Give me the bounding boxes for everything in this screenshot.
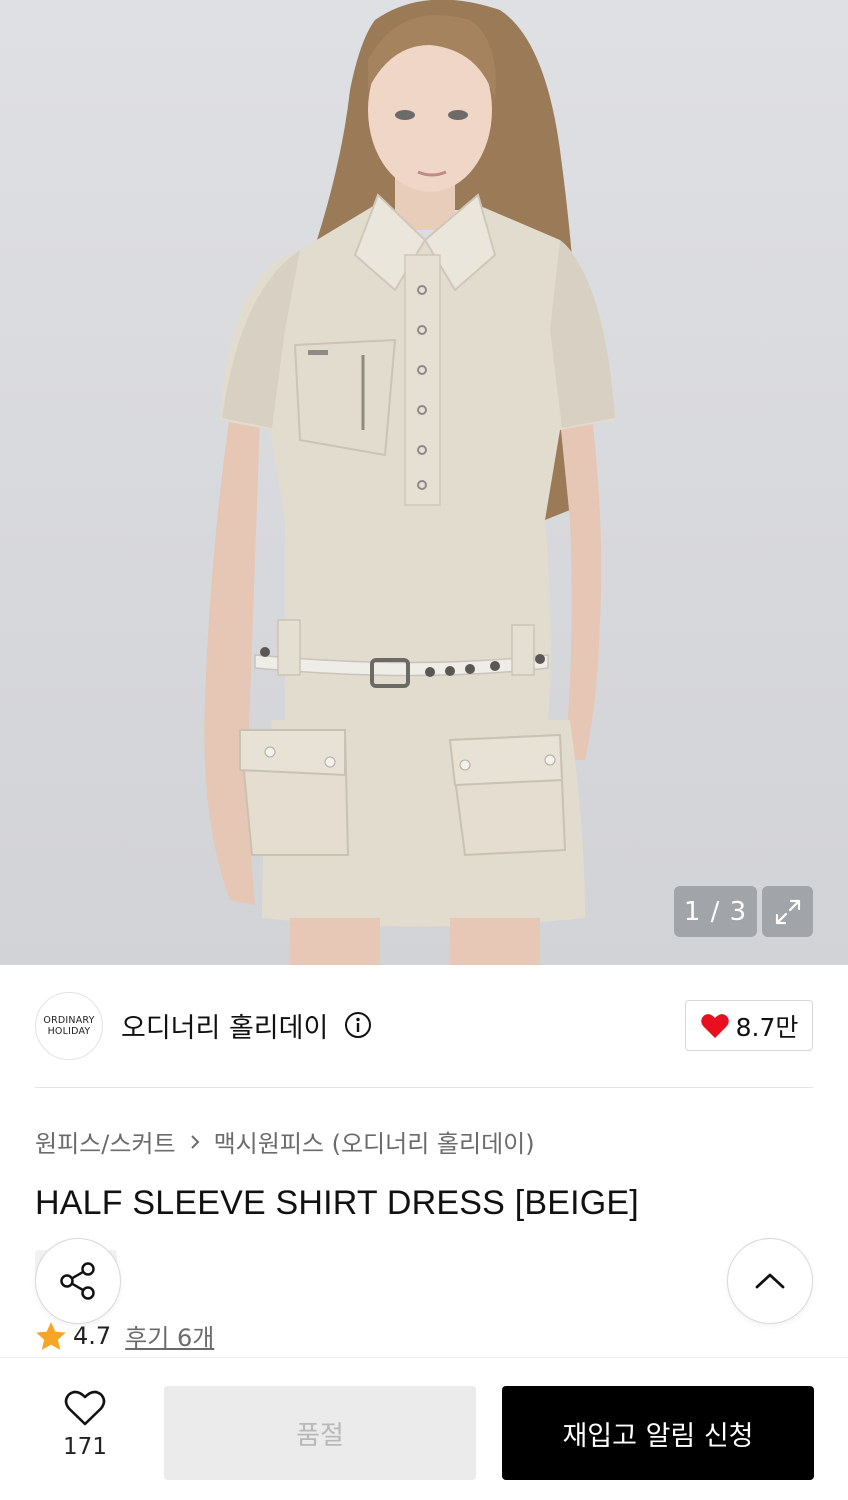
product-image-gallery[interactable]: 1 / 3: [0, 0, 848, 965]
product-photo: [204, 0, 615, 965]
expand-image-button[interactable]: [762, 886, 813, 937]
review-count-link[interactable]: 후기 6개: [125, 1318, 214, 1353]
star-icon: [36, 1321, 66, 1350]
breadcrumb-category[interactable]: 원피스/스커트: [35, 1124, 176, 1159]
brand-like-count: 8.7만: [735, 1012, 799, 1042]
brand-logo[interactable]: ORDINARY HOLIDAY: [35, 992, 103, 1060]
wishlist-button[interactable]: 171: [40, 1388, 130, 1474]
heart-filled-icon: [700, 1013, 729, 1038]
restock-alert-button[interactable]: 재입고 알림 신청: [502, 1386, 814, 1480]
brand-name[interactable]: 오디너리 홀리데이: [121, 1006, 328, 1045]
soldout-button: 품절: [164, 1386, 476, 1480]
rating-summary: 4.7 후기 6개: [35, 1318, 214, 1353]
brand-logo-line2: HOLIDAY: [47, 1026, 91, 1037]
bottom-action-bar: 171 품절 재입고 알림 신청: [0, 1357, 848, 1500]
brand-logo-line1: ORDINARY: [43, 1015, 95, 1026]
breadcrumb: 원피스/스커트 맥시원피스 (오디너리 홀리데이): [35, 1124, 535, 1159]
share-button[interactable]: [35, 1238, 121, 1324]
product-title: HALF SLEEVE SHIRT DRESS [BEIGE]: [35, 1184, 639, 1222]
info-circle-icon[interactable]: [344, 1011, 372, 1039]
scroll-top-button[interactable]: [727, 1238, 813, 1324]
breadcrumb-subcategory[interactable]: 맥시원피스 (오디너리 홀리데이): [214, 1124, 535, 1159]
share-icon: [60, 1262, 95, 1300]
heart-outline-icon: [64, 1390, 106, 1426]
chevron-up-icon: [755, 1273, 785, 1289]
expand-arrows-icon: [775, 899, 800, 924]
rating-score: 4.7: [73, 1321, 112, 1350]
divider: [35, 1087, 813, 1088]
brand-row: ORDINARY HOLIDAY 오디너리 홀리데이 8.7만: [35, 992, 813, 1060]
brand-like-button[interactable]: 8.7만: [685, 1000, 813, 1051]
image-counter: 1 / 3: [674, 886, 757, 937]
wishlist-count: 171: [63, 1434, 107, 1460]
chevron-right-icon: [190, 1134, 199, 1149]
